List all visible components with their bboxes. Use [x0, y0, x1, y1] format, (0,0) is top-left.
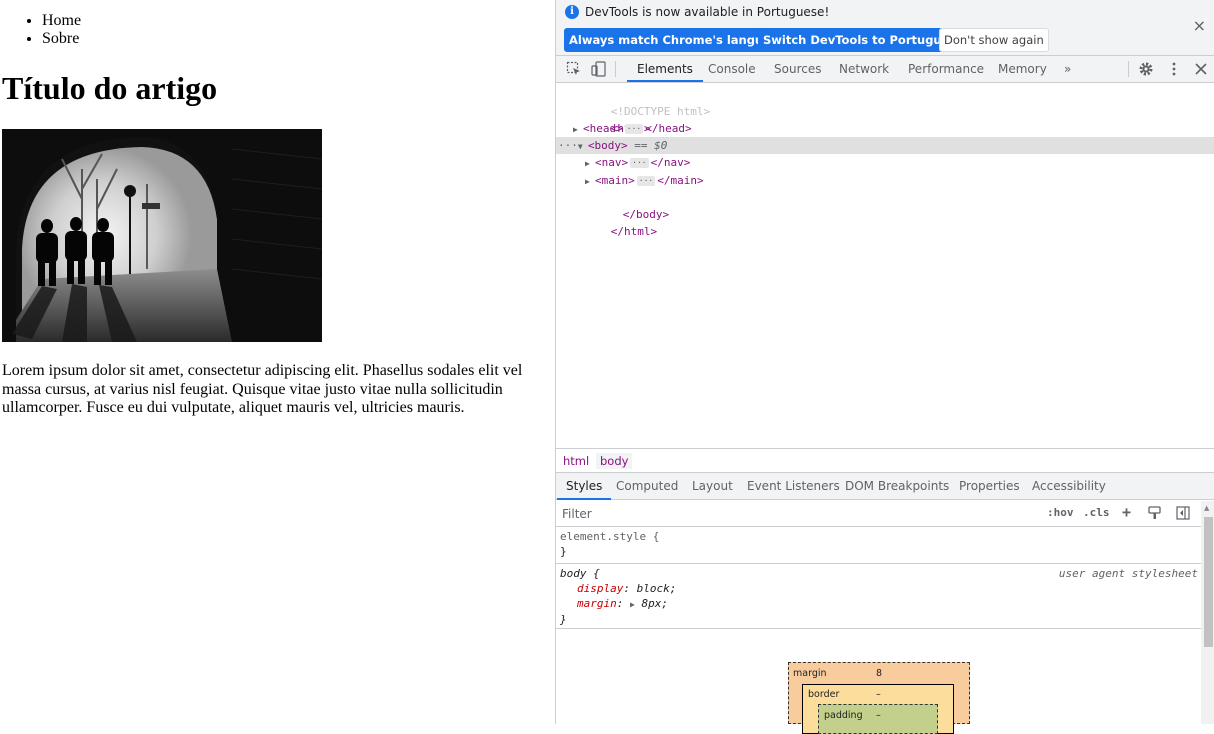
html-close-tag: </html>: [610, 225, 658, 238]
main-tag: <main>: [595, 174, 635, 187]
dom-head[interactable]: ▶ <head> ··· </head>: [556, 120, 1214, 137]
rule-close-brace: }: [560, 613, 567, 626]
close-icon[interactable]: ×: [1193, 16, 1206, 35]
nav-list: Home Sobre: [42, 12, 81, 48]
switch-to-portuguese-button[interactable]: Switch DevTools to Portuguese: [758, 28, 970, 52]
info-icon: i: [565, 5, 579, 19]
breadcrumb: html body: [556, 448, 1214, 473]
element-style-rule[interactable]: element.style { }: [556, 527, 1201, 564]
inspect-element-icon[interactable]: [566, 61, 582, 77]
devtools-panel: i DevTools is now available in Portugues…: [555, 0, 1214, 734]
tab-properties[interactable]: Properties: [950, 473, 1029, 500]
article-paragraph: Lorem ipsum dolor sit amet, consectetur …: [2, 362, 523, 416]
cls-toggle[interactable]: .cls: [1083, 506, 1110, 519]
property-colon: :: [616, 597, 624, 610]
css-property-display[interactable]: display: block;: [560, 581, 1197, 596]
gear-icon[interactable]: [1138, 61, 1154, 77]
tab-performance[interactable]: Performance: [898, 56, 994, 82]
main-toolbar: Elements Console Sources Network Perform…: [556, 56, 1214, 83]
scrollbar-thumb[interactable]: [1204, 517, 1213, 647]
dom-tree: <!DOCTYPE html> <html> ▶<head>···</head>…: [556, 84, 1214, 448]
dom-body-selected[interactable]: ···▼ <body> == $0: [556, 137, 1214, 154]
styles-scrollbar[interactable]: ▲: [1201, 501, 1214, 724]
border-value[interactable]: –: [876, 689, 881, 700]
dont-show-again-button[interactable]: Don't show again: [939, 28, 1049, 52]
styles-filter-input[interactable]: [560, 504, 1036, 524]
tab-memory[interactable]: Memory: [988, 56, 1057, 82]
dom-html-close[interactable]: </html>: [556, 206, 1214, 238]
dom-body-close[interactable]: </body>: [556, 189, 1214, 221]
article-image: [2, 129, 322, 342]
body-ua-rule[interactable]: body { display: block; margin: ▶ 8px; } …: [556, 564, 1201, 629]
expand-arrow-icon[interactable]: ▶: [630, 600, 635, 609]
language-infobar: i DevTools is now available in Portugues…: [556, 0, 1214, 56]
hov-toggle[interactable]: :hov: [1047, 506, 1074, 519]
dom-html-open[interactable]: <html>: [556, 103, 1214, 135]
stylesheet-origin: user agent stylesheet: [1058, 567, 1198, 580]
padding-label: padding: [824, 710, 863, 721]
dom-main[interactable]: ▶ <main> ··· </main>: [556, 172, 1214, 189]
dom-doctype[interactable]: <!DOCTYPE html>: [556, 86, 1214, 118]
page-viewport: Home Sobre Título do artigo: [0, 0, 555, 724]
ellipsis-badge[interactable]: ···: [630, 158, 649, 168]
margin-label: margin: [793, 668, 827, 679]
tab-console[interactable]: Console: [698, 56, 766, 82]
tab-network[interactable]: Network: [829, 56, 899, 82]
article-title: Título do artigo: [2, 70, 218, 106]
nav-tag: <nav>: [595, 156, 629, 169]
property-value: block;: [636, 582, 677, 595]
tab-computed[interactable]: Computed: [607, 473, 687, 500]
padding-value[interactable]: –: [876, 710, 881, 721]
tab-dom-breakpoints[interactable]: DOM Breakpoints: [836, 473, 958, 500]
expand-arrow-icon[interactable]: ▶: [585, 173, 595, 190]
head-close-tag: </head>: [645, 122, 692, 135]
property-value: 8px;: [641, 597, 668, 610]
selected-node-marker: == $0: [634, 139, 668, 152]
tab-event-listeners[interactable]: Event Listeners: [738, 473, 849, 500]
device-toolbar-icon[interactable]: [591, 61, 607, 77]
element-style-selector: element.style {: [560, 530, 660, 543]
scroll-up-arrow-icon[interactable]: ▲: [1204, 504, 1209, 512]
property-name: display: [577, 582, 624, 595]
close-devtools-icon[interactable]: [1193, 61, 1209, 77]
new-style-rule-icon[interactable]: +: [1122, 503, 1131, 521]
toolbar-separator: [1128, 61, 1129, 77]
expand-arrow-icon[interactable]: ▶: [573, 121, 583, 138]
nav-item-home[interactable]: Home: [42, 12, 81, 30]
toggle-sidebar-icon[interactable]: [1176, 506, 1190, 520]
rule-close-brace: }: [560, 545, 567, 558]
more-tabs-icon[interactable]: »: [1054, 56, 1081, 82]
border-label: border: [808, 689, 840, 700]
tab-sources[interactable]: Sources: [764, 56, 831, 82]
tab-elements[interactable]: Elements: [627, 56, 703, 82]
property-colon: :: [623, 582, 630, 595]
paint-brush-icon[interactable]: [1148, 506, 1162, 520]
box-model-diagram: margin 8 border – padding –: [788, 662, 970, 734]
infobar-message: DevTools is now available in Portuguese!: [585, 5, 830, 19]
head-tag: <head>: [583, 122, 623, 135]
tab-accessibility[interactable]: Accessibility: [1023, 473, 1115, 500]
property-name: margin: [577, 597, 617, 610]
selected-dots: ···: [558, 139, 578, 152]
nav-item-sobre[interactable]: Sobre: [42, 30, 81, 48]
body-tag: <body>: [587, 139, 628, 152]
tab-layout[interactable]: Layout: [683, 473, 742, 500]
css-property-margin[interactable]: margin: ▶ 8px;: [560, 596, 1197, 612]
ellipsis-badge[interactable]: ···: [624, 124, 644, 134]
collapse-arrow-icon[interactable]: ▼: [578, 138, 588, 155]
sidebar-tabs: Styles Computed Layout Event Listeners D…: [556, 473, 1214, 500]
breadcrumb-body[interactable]: body: [596, 453, 633, 469]
margin-value[interactable]: 8: [876, 668, 882, 679]
toolbar-separator: [615, 61, 616, 77]
expand-arrow-icon[interactable]: ▶: [585, 155, 595, 172]
breadcrumb-html[interactable]: html: [559, 453, 593, 469]
kebab-menu-icon[interactable]: [1166, 61, 1182, 77]
main-close-tag: </main>: [657, 174, 704, 187]
tab-styles[interactable]: Styles: [557, 473, 612, 500]
dom-nav[interactable]: ▶ <nav> ··· </nav>: [556, 154, 1214, 171]
styles-filter-bar: :hov .cls +: [556, 501, 1201, 527]
nav-close-tag: </nav>: [650, 156, 691, 169]
ellipsis-badge[interactable]: ···: [636, 176, 656, 186]
